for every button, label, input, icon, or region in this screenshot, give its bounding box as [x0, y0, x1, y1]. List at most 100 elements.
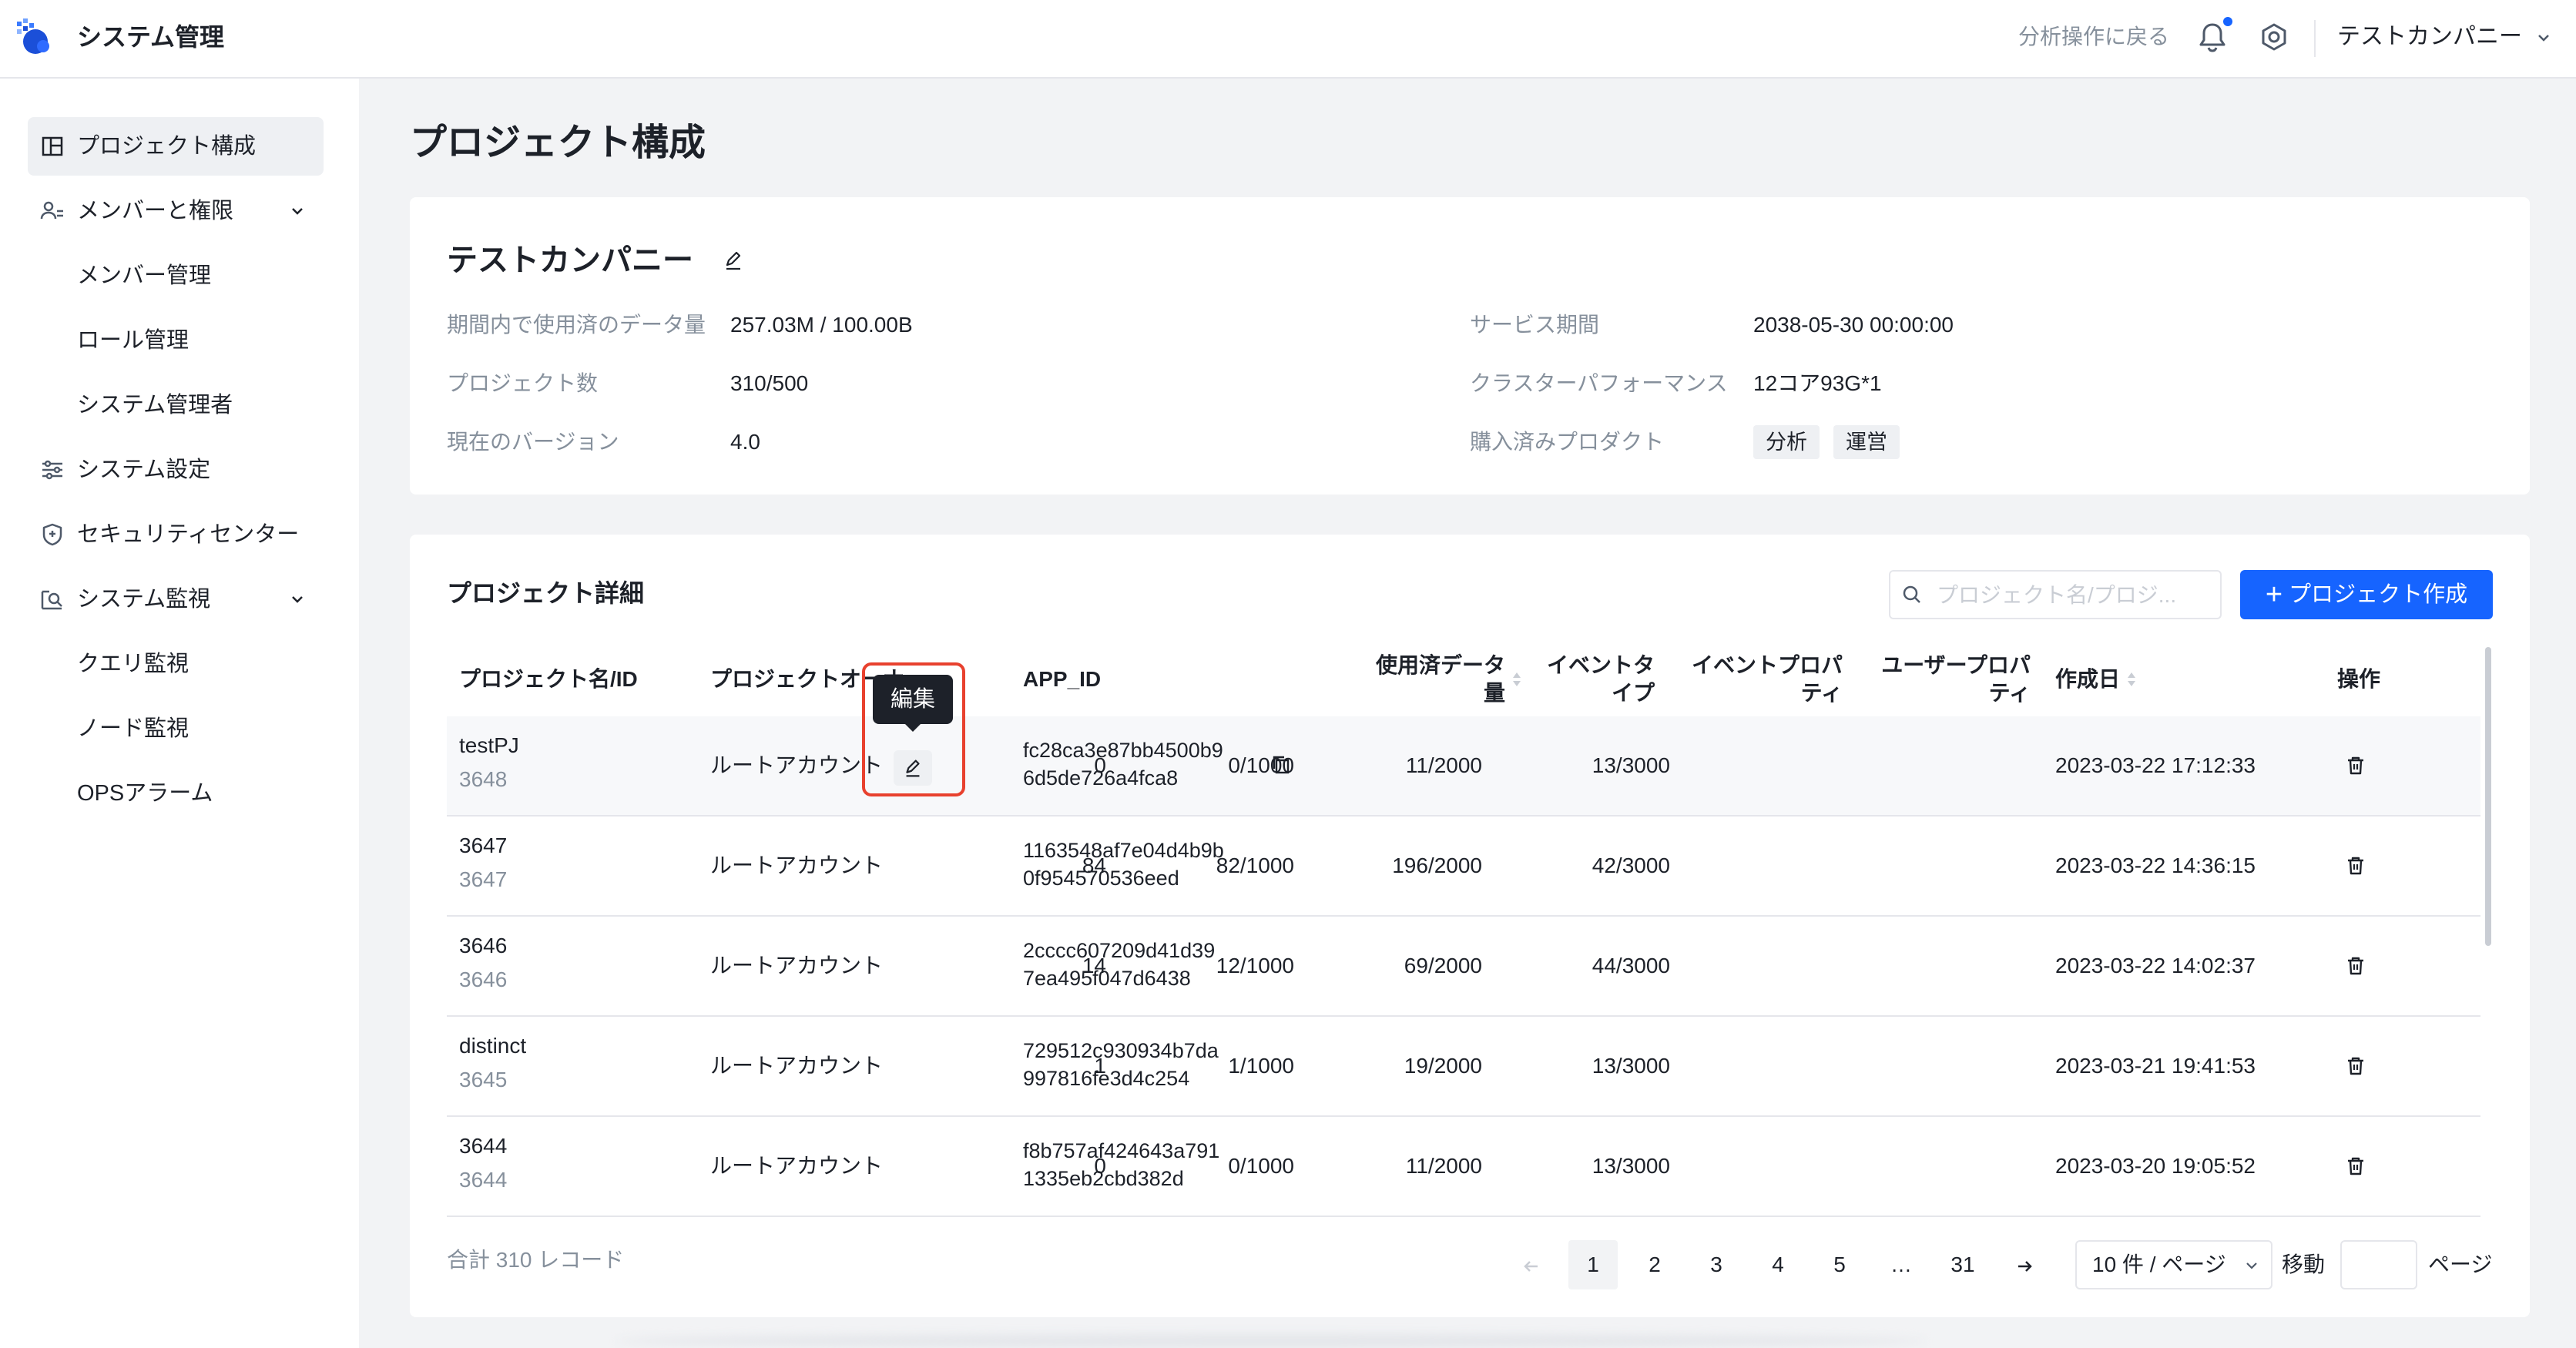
- page-5-button[interactable]: 5: [1815, 1240, 1864, 1289]
- event-type-count: 1/1000: [1228, 1054, 1294, 1078]
- app-id-line: 1163548af7e04d4b9b: [1023, 839, 1224, 862]
- project-owner: ルートアカウント: [710, 1154, 884, 1178]
- table-row[interactable]: distinct 3645 ルートアカウント 729512c930934b7da 997…: [447, 1017, 2480, 1117]
- created-date: 2023-03-22 14:36:15: [2055, 853, 2256, 877]
- event-prop-count: 69/2000: [1404, 954, 1482, 977]
- page-31-button[interactable]: 31: [1938, 1240, 1987, 1289]
- page-1-button[interactable]: 1: [1568, 1240, 1618, 1289]
- column-header-event-props: イベントプロパ ティ: [1673, 642, 1843, 716]
- info-label-data-usage: 期間内で使用済のデータ量: [447, 313, 706, 337]
- chevron-down-icon: [292, 596, 303, 603]
- project-name: 3646: [459, 934, 508, 957]
- table-row[interactable]: 3644 3644 ルートアカウント f8b757af424643a791 1335eb…: [447, 1117, 2480, 1217]
- sidebar-item-label: システム設定: [77, 458, 211, 482]
- page-size-select[interactable]: 10 件 / ページ: [2075, 1240, 2272, 1289]
- monitor-search-icon: [41, 590, 62, 610]
- column-header-actions: 操作: [2337, 667, 2381, 691]
- company-info-card: テストカンパニー 期間内で使用済のデータ量 257.03M / 100.00B …: [410, 197, 2530, 495]
- sidebar-item-system-admins[interactable]: システム管理者: [77, 376, 233, 434]
- project-details-title: プロジェクト詳細: [447, 579, 645, 607]
- app-id-line: f8b757af424643a791: [1023, 1139, 1220, 1162]
- copy-icon[interactable]: [1270, 753, 1293, 776]
- created-date: 2023-03-22 17:12:33: [2055, 753, 2256, 777]
- page-suffix-label: ページ: [2428, 1252, 2493, 1276]
- data-used: 0: [1094, 753, 1106, 777]
- page-3-button[interactable]: 3: [1692, 1240, 1741, 1289]
- edit-pencil-icon[interactable]: [721, 248, 746, 273]
- sidebar-item-system-settings[interactable]: システム設定: [28, 441, 324, 499]
- data-used: 84: [1082, 853, 1106, 877]
- sidebar-item-system-monitoring[interactable]: システム監視: [28, 570, 324, 629]
- delete-icon[interactable]: [2343, 753, 2368, 778]
- sidebar-item-node-monitoring[interactable]: ノード監視: [77, 699, 189, 758]
- search-input[interactable]: [1935, 578, 2215, 613]
- created-date: 2023-03-21 19:41:53: [2055, 1054, 2256, 1078]
- sidebar-item-label: プロジェクト構成: [77, 134, 257, 159]
- info-value-service-period: 2038-05-30 00:00:00: [1753, 313, 1954, 337]
- sidebar: プロジェクト構成 メンバーと権限 メンバー管理 ロール管理 システム管理者 シス…: [0, 79, 359, 1348]
- header-line: ティ: [1800, 681, 1843, 705]
- sidebar-item-role-management[interactable]: ロール管理: [77, 311, 189, 370]
- plus-icon: +: [2265, 578, 2283, 611]
- search-icon: [1903, 585, 1920, 603]
- event-prop-count: 196/2000: [1392, 853, 1482, 877]
- info-value-version: 4.0: [730, 430, 760, 454]
- column-header-created[interactable]: 作成日: [2055, 642, 2137, 716]
- page-ellipsis[interactable]: …: [1877, 1240, 1926, 1289]
- sliders-icon: [42, 460, 62, 480]
- prev-page-button[interactable]: [1507, 1240, 1556, 1289]
- table-row[interactable]: 3647 3647 ルートアカウント 1163548af7e04d4b9b 0f9545…: [447, 817, 2480, 917]
- next-page-button[interactable]: [2000, 1240, 2049, 1289]
- column-header-data-used[interactable]: 使用済データ量: [1257, 642, 1522, 716]
- column-header-event-props-text: イベントプロパ ティ: [1692, 652, 1843, 707]
- column-header-user-props-text: ユーザープロパ ティ: [1881, 652, 2031, 707]
- page-4-button[interactable]: 4: [1753, 1240, 1803, 1289]
- create-project-button[interactable]: + プロジェクト作成: [2240, 570, 2493, 619]
- table-row[interactable]: 3646 3646 ルートアカウント 2cccc607209d41d39 7ea495f…: [447, 917, 2480, 1017]
- sidebar-item-members-permissions[interactable]: メンバーと権限: [28, 182, 324, 240]
- column-header-app-id: APP_ID: [1023, 667, 1102, 691]
- delete-icon[interactable]: [2343, 1154, 2368, 1179]
- info-label-service-period: サービス期間: [1470, 313, 1600, 337]
- page-title: プロジェクト構成: [410, 122, 706, 163]
- sort-icon: [1513, 672, 1521, 686]
- column-header-created-text: 作成日: [2055, 667, 2121, 691]
- user-prop-count: 13/3000: [1592, 1154, 1670, 1178]
- back-to-analysis-link[interactable]: 分析操作に戻る: [2018, 20, 2169, 54]
- gear-icon[interactable]: [2256, 20, 2293, 57]
- project-search: [1889, 570, 2222, 619]
- goto-page-input[interactable]: [2340, 1240, 2417, 1289]
- edit-owner-button[interactable]: [894, 750, 932, 786]
- project-owner: ルートアカウント: [710, 753, 884, 777]
- info-label-project-count: プロジェクト数: [447, 371, 599, 395]
- event-prop-count: 11/2000: [1405, 1154, 1482, 1178]
- chevron-down-icon: [292, 208, 303, 215]
- company-switcher[interactable]: テストカンパニー: [2337, 18, 2551, 55]
- app-id-line: 2cccc607209d41d39: [1023, 939, 1216, 962]
- sidebar-item-project-config[interactable]: プロジェクト構成: [28, 117, 324, 176]
- header-line: 使用済データ: [1375, 653, 1505, 677]
- delete-icon[interactable]: [2343, 1054, 2368, 1078]
- app-title: システム管理: [77, 23, 225, 51]
- top-bar: システム管理 分析操作に戻る テストカンパニー: [0, 0, 2576, 79]
- edit-tooltip: 編集: [873, 675, 953, 724]
- sidebar-item-query-monitoring[interactable]: クエリ監視: [77, 635, 189, 693]
- project-name: 3647: [459, 833, 508, 857]
- table-row[interactable]: testPJ 3648 ルートアカウント fc28ca3e87bb4500b9 6d5d…: [447, 716, 2480, 817]
- app-id-line: 729512c930934b7da: [1023, 1039, 1219, 1062]
- app-id-line: 7ea495f047d6438: [1023, 967, 1191, 990]
- delete-icon[interactable]: [2343, 853, 2368, 878]
- delete-icon[interactable]: [2343, 954, 2368, 978]
- event-type-count: 82/1000: [1216, 853, 1294, 877]
- project-layout-icon: [42, 136, 63, 156]
- sidebar-item-security-center[interactable]: セキュリティセンター: [28, 505, 324, 564]
- table-scrollbar[interactable]: [2485, 647, 2491, 946]
- sort-icon: [2128, 672, 2136, 686]
- info-label-purchased-products: 購入済みプロダクト: [1470, 430, 1665, 454]
- sidebar-item-label: セキュリティセンター: [77, 522, 300, 547]
- page-2-button[interactable]: 2: [1630, 1240, 1679, 1289]
- bottom-shadow: [616, 1334, 1926, 1348]
- sidebar-item-ops-alarm[interactable]: OPSアラーム: [77, 764, 213, 823]
- column-header-name: プロジェクト名/ID: [459, 667, 638, 691]
- sidebar-item-member-management[interactable]: メンバー管理: [77, 246, 211, 305]
